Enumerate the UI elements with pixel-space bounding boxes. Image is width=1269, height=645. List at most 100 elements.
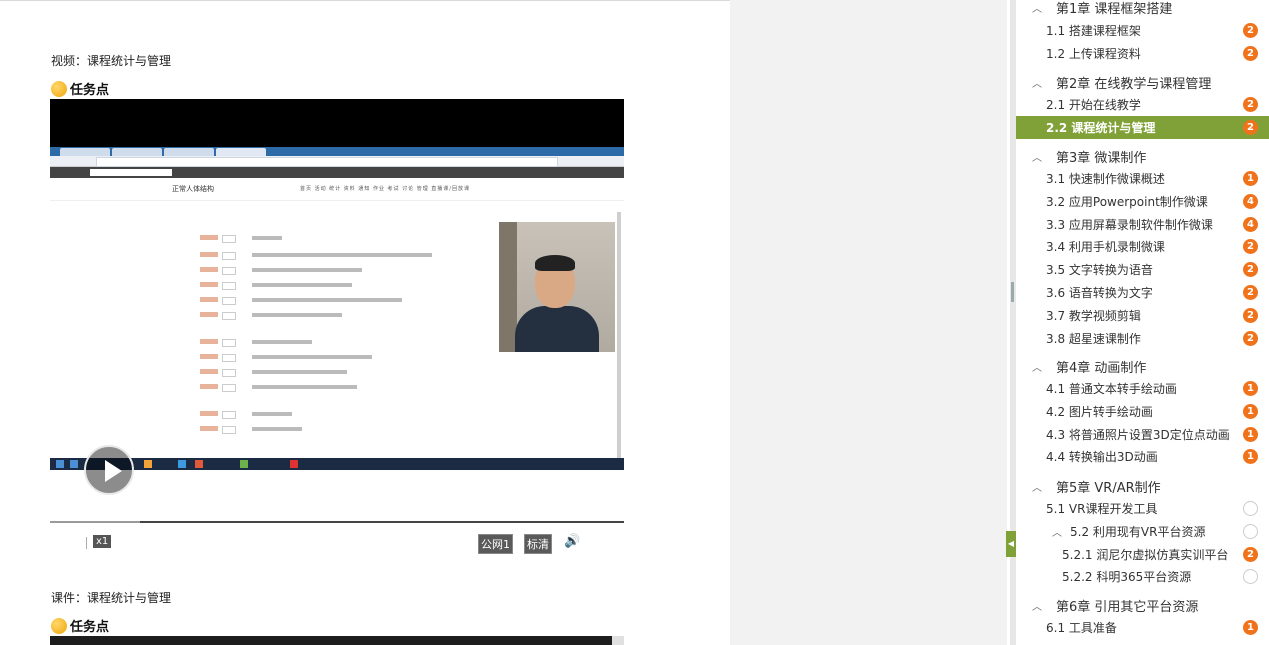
sidebar-item-label: 3.2 应用Powerpoint制作微课 <box>1046 195 1208 209</box>
task-count-badge: 1 <box>1243 404 1258 419</box>
chevron-up-icon[interactable]: ︿ <box>1032 149 1046 164</box>
task-count-badge: 2 <box>1243 547 1258 562</box>
sidebar-item[interactable]: 3.8 超星速课制作 2 <box>1016 327 1269 350</box>
sidebar-item[interactable]: 1.1 搭建课程框架 2 <box>1016 19 1269 42</box>
chevron-up-icon[interactable]: ︿ <box>1032 75 1046 90</box>
sidebar-item-label: 3.3 应用屏幕录制软件制作微课 <box>1046 218 1213 232</box>
chapter-title: 第5章 VR/AR制作 <box>1056 481 1161 496</box>
task-count-badge: 1 <box>1243 171 1258 186</box>
sidebar-item-label: 3.7 教学视频剪辑 <box>1046 309 1141 323</box>
sidebar-item-label: 5.2.1 润尼尔虚拟仿真实训平台 <box>1062 548 1229 562</box>
task-count-badge: 1 <box>1243 381 1258 396</box>
chapter-header[interactable]: ︿ 第1章 课程框架搭建 <box>1016 0 1269 20</box>
time-display: 00:03:27/00:22:00 <box>118 535 240 550</box>
player-controls: x1 00:03:27/00:22:00 公网1 标清 🔊 ⛶ <box>50 531 624 557</box>
chapter-header[interactable]: ︿ 第2章 在线教学与课程管理 <box>1016 70 1269 95</box>
sidebar-item-label: 3.6 语音转换为文字 <box>1046 286 1153 300</box>
chapter-header[interactable]: ︿ 第4章 动画制作 <box>1016 354 1269 379</box>
sidebar-item-label: 5.2.2 科明365平台资源 <box>1062 570 1192 584</box>
sidebar-toggle-icon[interactable]: ◀ <box>1006 531 1016 557</box>
task-count-badge: 2 <box>1243 285 1258 300</box>
volume-icon[interactable]: 🔊 <box>564 534 580 549</box>
chevron-up-icon[interactable]: ︿ <box>1032 479 1046 494</box>
chapter-title: 第4章 动画制作 <box>1056 361 1147 376</box>
chapter-title: 第2章 在线教学与课程管理 <box>1056 77 1212 92</box>
sidebar-item-label: 4.2 图片转手绘动画 <box>1046 405 1153 419</box>
sidebar-item-label: 2.2 课程统计与管理 <box>1046 121 1156 135</box>
empty-status-circle-icon <box>1243 524 1258 539</box>
task-point-label: 任务点 <box>70 83 110 98</box>
sidebar-item[interactable]: 5.1 VR课程开发工具 <box>1016 497 1269 520</box>
task-point-icon <box>51 80 67 97</box>
sidebar-item[interactable]: 4.1 普通文本转手绘动画 1 <box>1016 377 1269 400</box>
sidebar-item[interactable]: 3.5 文字转换为语音 2 <box>1016 258 1269 281</box>
fullscreen-icon[interactable]: ⛶ <box>596 533 607 551</box>
sidebar-item[interactable]: 5.2.1 润尼尔虚拟仿真实训平台 2 <box>1016 543 1269 566</box>
recorded-taskbar <box>50 458 624 470</box>
courseware-scroll-edge <box>612 636 624 645</box>
video-player[interactable]: 正常人体结构 首页 活动 统计 资料 通知 作业 考试 讨论 管理 直播课/回放… <box>50 99 624 557</box>
task-point-label-2: 任务点 <box>70 620 110 635</box>
task-count-badge: 2 <box>1243 331 1258 346</box>
chevron-up-icon[interactable]: ︿ <box>1032 359 1046 374</box>
chapter-header[interactable]: ︿ 第5章 VR/AR制作 <box>1016 474 1269 499</box>
task-count-badge: 2 <box>1243 46 1258 61</box>
recorded-address-bar <box>50 156 624 167</box>
line-select-button[interactable]: 公网1 <box>478 534 513 554</box>
sidebar-item[interactable]: 3.4 利用手机录制微课 2 <box>1016 235 1269 258</box>
big-play-button[interactable] <box>84 445 134 495</box>
chapter-title: 第1章 课程框架搭建 <box>1056 2 1173 17</box>
sidebar-item[interactable]: 1.2 上传课程资料 2 <box>1016 42 1269 65</box>
sidebar-item[interactable]: 4.3 将普通照片设置3D定位点动画 1 <box>1016 423 1269 446</box>
task-count-badge: 1 <box>1243 620 1258 635</box>
task-count-badge: 2 <box>1243 97 1258 112</box>
sidebar-item[interactable]: 3.2 应用Powerpoint制作微课 4 <box>1016 190 1269 213</box>
chevron-up-icon[interactable]: ︿ <box>1032 598 1046 613</box>
task-count-badge: 4 <box>1243 217 1258 232</box>
chapter-title: 第6章 引用其它平台资源 <box>1056 600 1199 615</box>
sidebar-item-label: 2.1 开始在线教学 <box>1046 98 1141 112</box>
sidebar-item[interactable]: 4.2 图片转手绘动画 1 <box>1016 400 1269 423</box>
sidebar-item-label: 3.5 文字转换为语音 <box>1046 263 1153 277</box>
empty-status-circle-icon <box>1243 501 1258 516</box>
sidebar-item[interactable]: 3.7 教学视频剪辑 2 <box>1016 304 1269 327</box>
chevron-up-icon[interactable]: ︿ <box>1052 524 1062 539</box>
video-section-title: 视频：课程统计与管理 <box>51 54 172 68</box>
chapter-header[interactable]: ︿ 第3章 微课制作 <box>1016 144 1269 169</box>
speed-button[interactable]: x1 <box>93 535 112 548</box>
controls-divider <box>86 537 87 549</box>
recorded-scrollbar <box>617 212 621 469</box>
sidebar-item[interactable]: 4.4 转换输出3D动画 1 <box>1016 445 1269 468</box>
sidebar-item[interactable]: 2.1 开始在线教学 2 <box>1016 93 1269 116</box>
task-point-badge-2: 任务点 <box>51 616 109 635</box>
presenter-webcam <box>499 222 615 352</box>
chapter-title: 第3章 微课制作 <box>1056 151 1147 166</box>
recorded-course-header: 正常人体结构 首页 活动 统计 资料 通知 作业 考试 讨论 管理 直播课/回放… <box>50 178 624 201</box>
courseware-viewer[interactable] <box>50 636 624 645</box>
task-count-badge: 1 <box>1243 449 1258 464</box>
empty-status-circle-icon <box>1243 569 1258 584</box>
divider-grip-icon[interactable] <box>1011 282 1014 302</box>
sidebar-item[interactable]: 6.1 工具准备 1 <box>1016 616 1269 639</box>
play-button[interactable] <box>64 537 74 549</box>
quality-button[interactable]: 标清 <box>524 534 552 554</box>
sidebar-item[interactable]: 3.6 语音转换为文字 2 <box>1016 281 1269 304</box>
sidebar-item[interactable]: ︿ 5.2 利用现有VR平台资源 <box>1016 520 1269 543</box>
task-point-badge: 任务点 <box>51 79 109 98</box>
sidebar-item[interactable]: 3.1 快速制作微课概述 1 <box>1016 167 1269 190</box>
sidebar-item[interactable]: 2.2 课程统计与管理 2 <box>1016 116 1269 139</box>
chapter-header[interactable]: ︿ 第6章 引用其它平台资源 <box>1016 593 1269 618</box>
task-point-icon <box>51 617 67 634</box>
sidebar-item[interactable]: 5.2.2 科明365平台资源 <box>1016 565 1269 588</box>
task-count-badge: 2 <box>1243 308 1258 323</box>
play-icon <box>105 460 122 482</box>
recorded-browser-tabs <box>50 147 624 156</box>
recorded-course-title: 正常人体结构 <box>172 185 214 193</box>
top-border <box>0 0 730 1</box>
background-gap <box>730 0 1007 645</box>
task-count-badge: 2 <box>1243 23 1258 38</box>
sidebar-item[interactable]: 3.3 应用屏幕录制软件制作微课 4 <box>1016 213 1269 236</box>
progress-bar[interactable] <box>50 521 624 523</box>
sidebar-item-label: 4.4 转换输出3D动画 <box>1046 450 1158 464</box>
chevron-up-icon[interactable]: ︿ <box>1032 0 1046 15</box>
